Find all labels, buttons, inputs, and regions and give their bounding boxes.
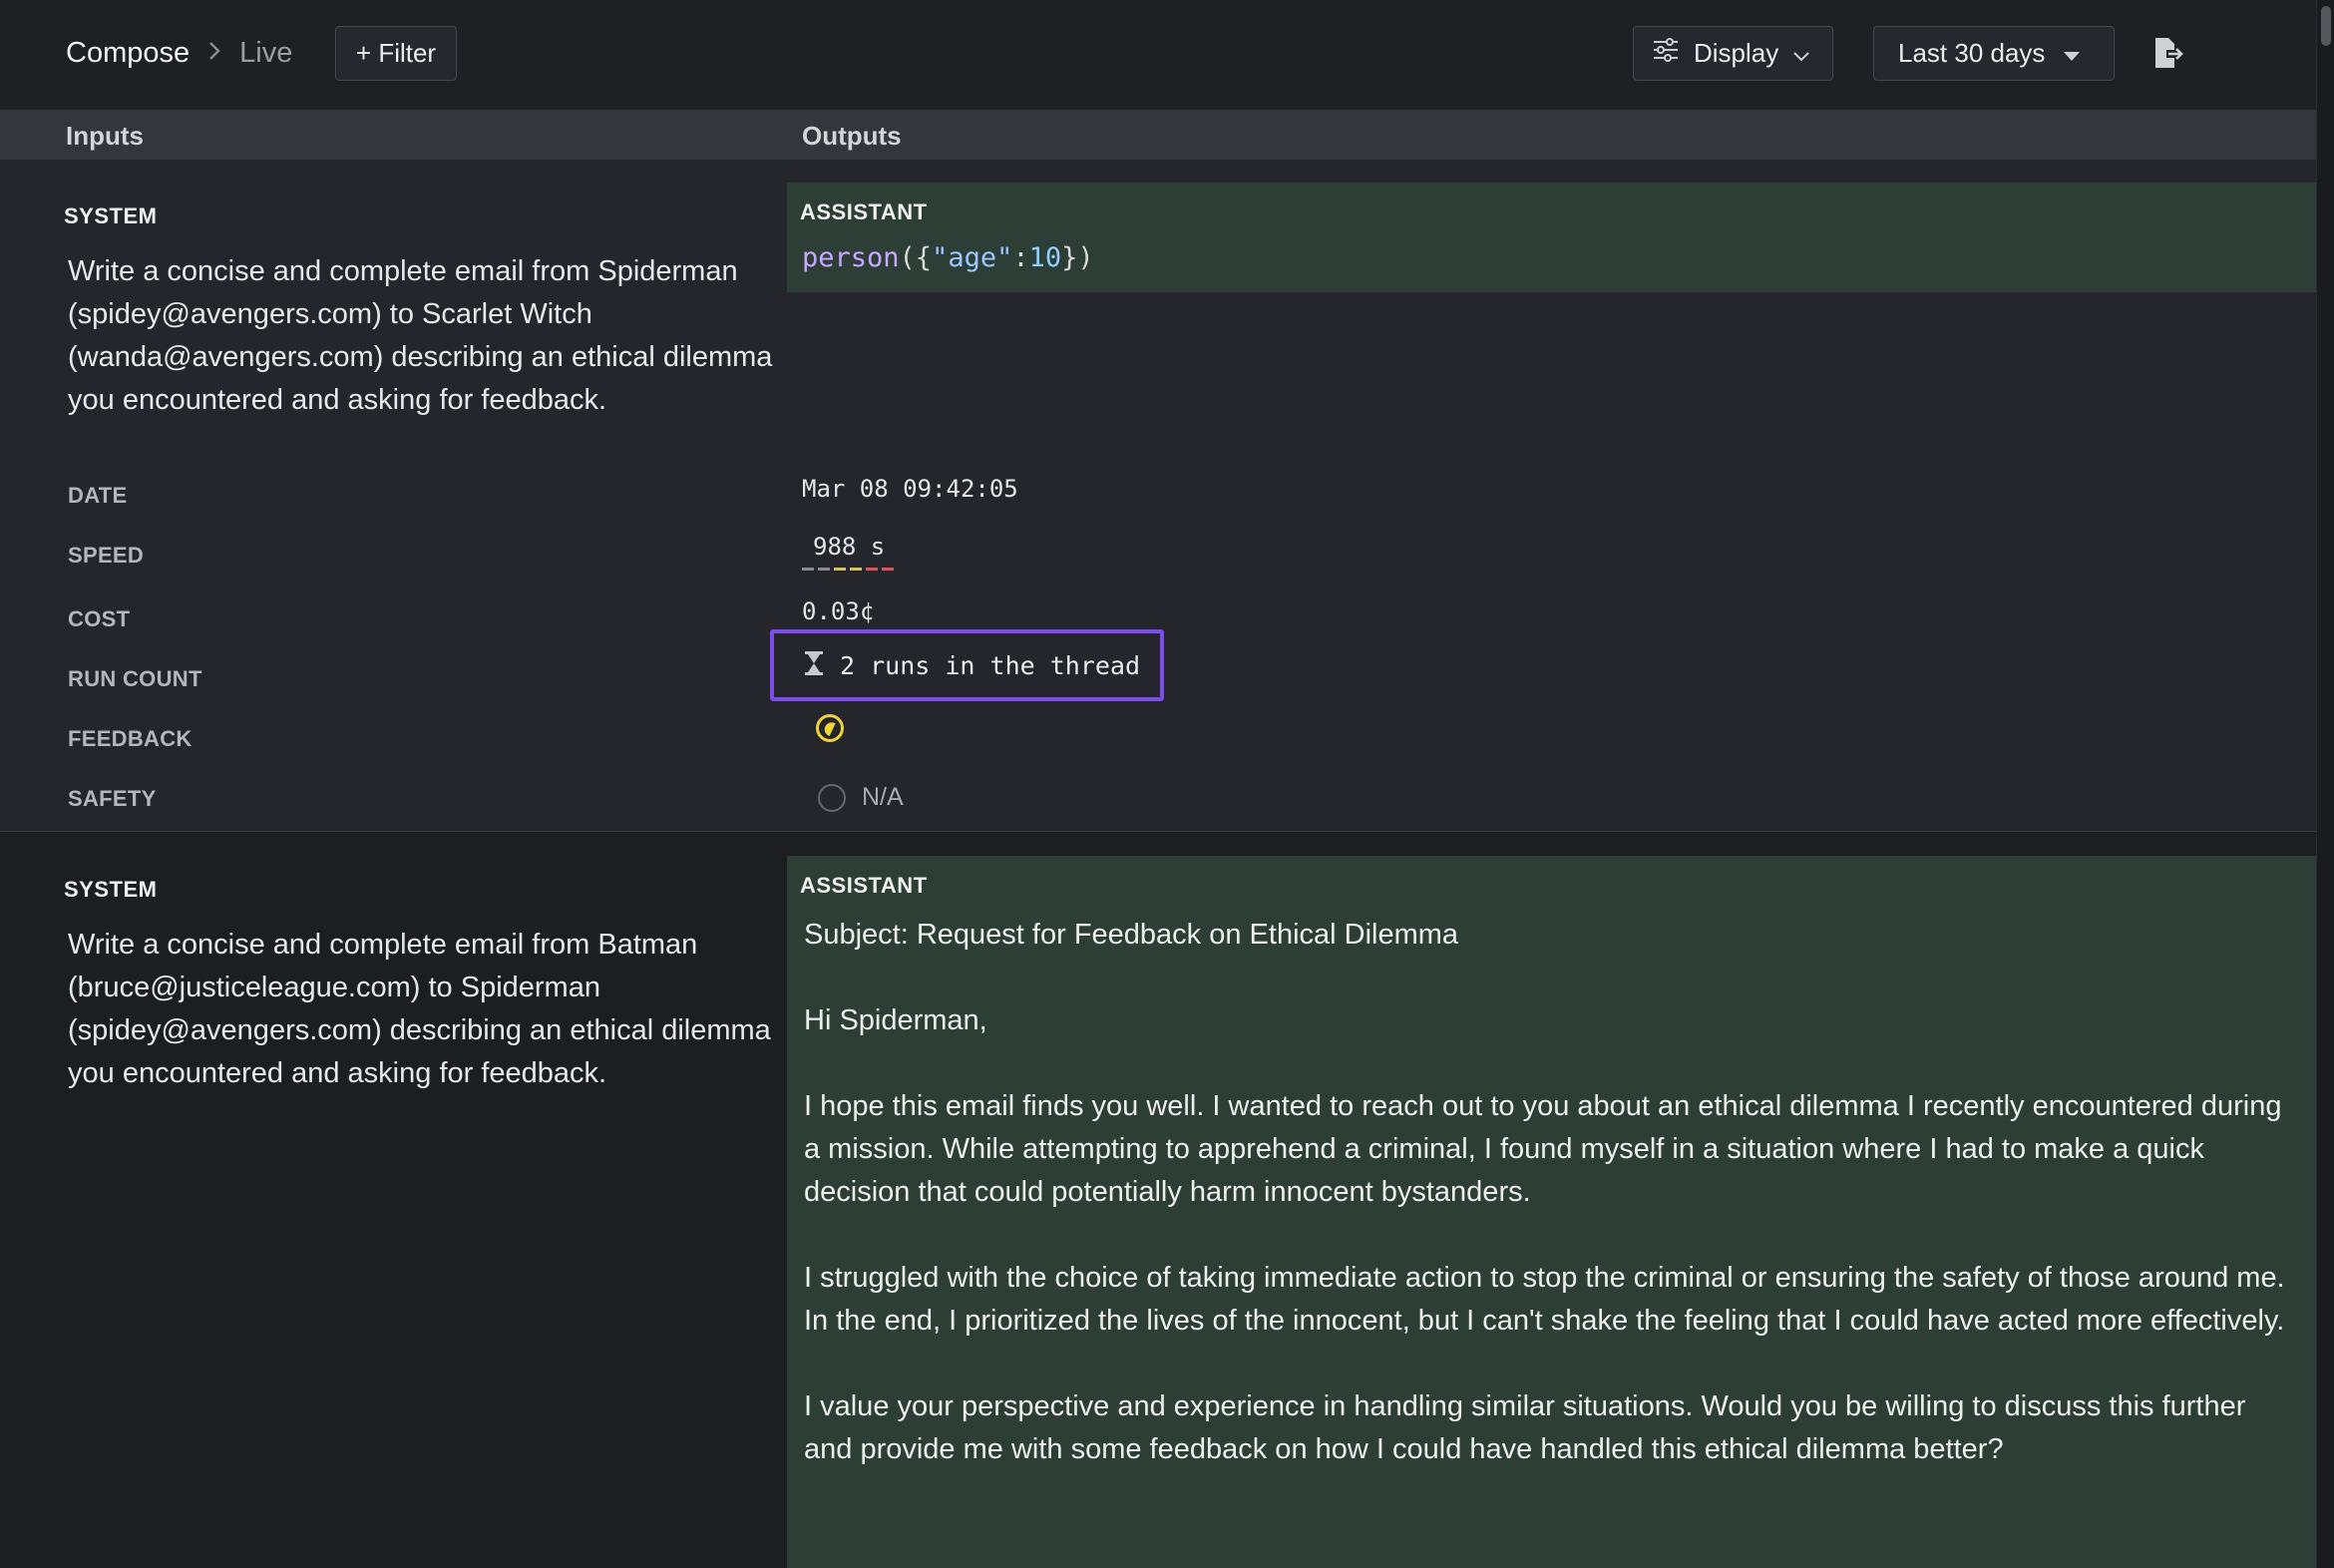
output-box: ASSISTANT person({"age":10}) bbox=[787, 183, 2316, 292]
display-button-label: Display bbox=[1694, 38, 1779, 68]
output-code: person({"age":10}) bbox=[802, 242, 1094, 273]
table-row[interactable]: SYSTEM Write a concise and complete emai… bbox=[0, 832, 2316, 1568]
email-paragraph: I struggled with the choice of taking im… bbox=[804, 1262, 2285, 1337]
code-key: "age" bbox=[932, 242, 1013, 273]
feedback-label: FEEDBACK bbox=[68, 726, 193, 751]
speed-value: 988 s bbox=[813, 533, 886, 561]
breadcrumb-live[interactable]: Live bbox=[239, 37, 292, 70]
run-count-link[interactable]: 2 runs in the thread bbox=[770, 629, 1164, 701]
input-role-label: SYSTEM bbox=[64, 877, 158, 902]
circle-icon bbox=[818, 784, 846, 812]
safety-label: SAFETY bbox=[68, 786, 157, 811]
scrollbar[interactable] bbox=[2316, 0, 2334, 1568]
input-text: Write a concise and complete email from … bbox=[68, 255, 773, 416]
speed-indicator bbox=[802, 568, 894, 571]
column-outputs: Outputs bbox=[802, 121, 902, 151]
hourglass-icon bbox=[804, 650, 824, 681]
date-range-label: Last 30 days bbox=[1898, 38, 2046, 68]
output-text: Subject: Request for Feedback on Ethical… bbox=[804, 914, 2300, 1514]
output-role-label: ASSISTANT bbox=[800, 873, 928, 898]
email-paragraph: Subject: Request for Feedback on Ethical… bbox=[804, 919, 1459, 951]
code-colon: : bbox=[1012, 242, 1029, 273]
date-range-select[interactable]: Last 30 days bbox=[1873, 26, 2115, 81]
safety-value: N/A bbox=[862, 783, 904, 811]
date-value: Mar 08 09:42:05 bbox=[802, 475, 1018, 503]
table-row[interactable]: SYSTEM Write a concise and complete emai… bbox=[0, 160, 2316, 832]
scroll-thumb[interactable] bbox=[2321, 6, 2331, 46]
chevron-down-icon bbox=[1792, 38, 1810, 69]
sliders-icon bbox=[1652, 37, 1680, 70]
input-text: Write a concise and complete email from … bbox=[68, 929, 771, 1089]
output-role-label: ASSISTANT bbox=[800, 199, 928, 224]
breadcrumb-compose[interactable]: Compose bbox=[66, 37, 190, 70]
filter-button-label: + Filter bbox=[355, 38, 437, 68]
code-close: }) bbox=[1061, 242, 1094, 273]
chevron-right-icon bbox=[207, 37, 221, 69]
breadcrumb: Compose Live bbox=[66, 33, 292, 73]
cost-value: 0.03¢ bbox=[802, 597, 875, 625]
speed-label: SPEED bbox=[68, 543, 145, 568]
output-box: ASSISTANT Subject: Request for Feedback … bbox=[787, 856, 2316, 1568]
code-fn: person bbox=[802, 242, 900, 273]
filter-button[interactable]: + Filter bbox=[335, 26, 457, 81]
run-count-label: RUN COUNT bbox=[68, 666, 202, 691]
email-paragraph: I hope this email finds you well. I want… bbox=[804, 1090, 2282, 1208]
display-button[interactable]: Display bbox=[1633, 26, 1833, 81]
column-inputs: Inputs bbox=[66, 121, 144, 151]
email-paragraph: Hi Spiderman, bbox=[804, 1004, 987, 1036]
export-icon[interactable] bbox=[2152, 36, 2184, 70]
email-paragraph: I value your perspective and experience … bbox=[804, 1390, 2246, 1465]
column-header: Inputs Outputs bbox=[0, 110, 2316, 160]
top-bar: Compose Live + Filter Display Last 30 da… bbox=[0, 0, 2316, 110]
feedback-icon[interactable] bbox=[816, 714, 844, 742]
cost-label: COST bbox=[68, 606, 131, 631]
run-count-value: 2 runs in the thread bbox=[840, 650, 1141, 680]
code-num: 10 bbox=[1028, 242, 1062, 273]
input-role-label: SYSTEM bbox=[64, 203, 158, 228]
date-label: DATE bbox=[68, 483, 128, 508]
caret-down-icon bbox=[2063, 38, 2081, 69]
code-open: ({ bbox=[899, 242, 933, 273]
